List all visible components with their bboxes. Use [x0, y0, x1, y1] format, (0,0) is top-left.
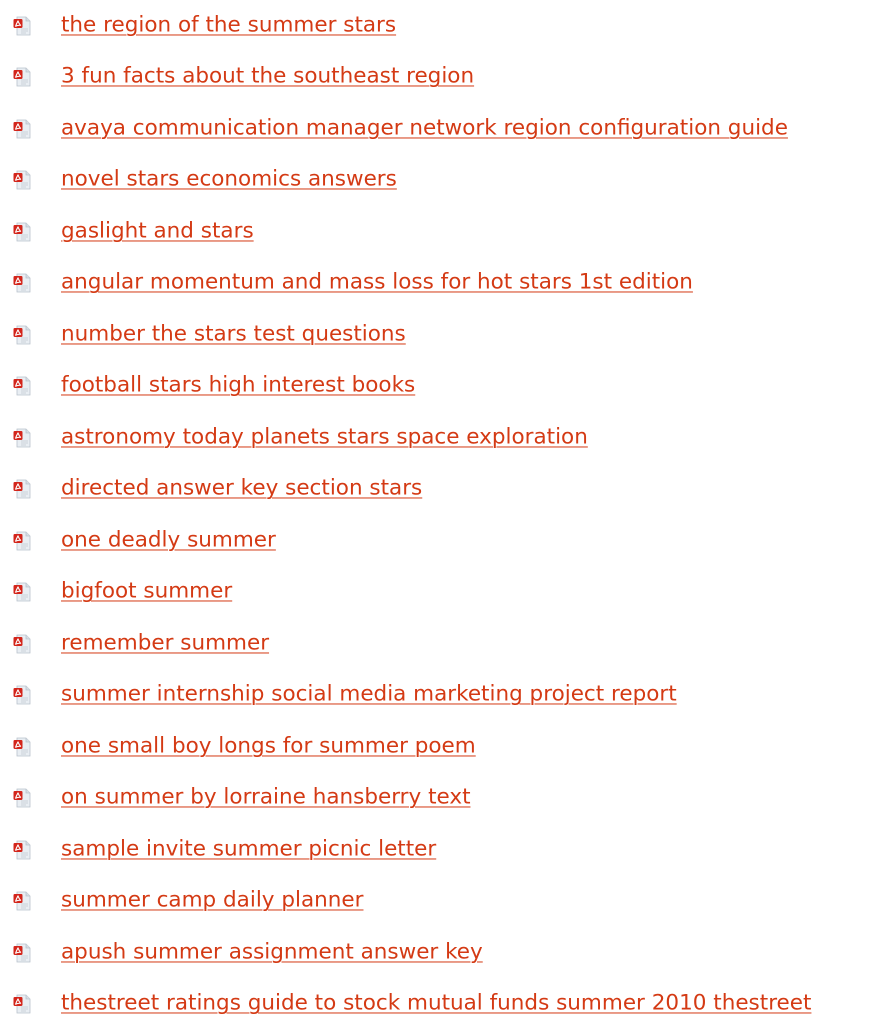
pdf-file-icon — [13, 531, 33, 551]
list-item: bigfoot summer — [0, 567, 881, 619]
pdf-document-link[interactable]: apush summer assignment answer key — [61, 939, 483, 965]
pdf-document-link[interactable]: angular momentum and mass loss for hot s… — [61, 270, 693, 296]
pdf-file-icon — [13, 582, 33, 602]
pdf-file-icon — [13, 16, 33, 36]
list-item: gaslight and stars — [0, 206, 881, 258]
list-item: avaya communication manager network regi… — [0, 103, 881, 155]
pdf-document-link[interactable]: the region of the summer stars — [61, 12, 396, 38]
pdf-document-link[interactable]: on summer by lorraine hansberry text — [61, 785, 471, 811]
list-item: football stars high interest books — [0, 361, 881, 413]
list-item: sample invite summer picnic letter — [0, 824, 881, 876]
pdf-document-link[interactable]: one small boy longs for summer poem — [61, 733, 476, 759]
pdf-document-link[interactable]: novel stars economics answers — [61, 167, 397, 193]
pdf-document-link[interactable]: thestreet ratings guide to stock mutual … — [61, 991, 811, 1017]
list-item: one deadly summer — [0, 515, 881, 567]
pdf-document-link[interactable]: directed answer key section stars — [61, 476, 422, 502]
pdf-document-link[interactable]: avaya communication manager network regi… — [61, 115, 788, 141]
pdf-file-icon — [13, 737, 33, 757]
pdf-link-list: the region of the summer stars 3 fun fac… — [0, 0, 881, 1030]
list-item: remember summer — [0, 618, 881, 670]
pdf-file-icon — [13, 170, 33, 190]
list-item: apush summer assignment answer key — [0, 927, 881, 979]
pdf-document-link[interactable]: summer internship social media marketing… — [61, 682, 677, 708]
pdf-file-icon — [13, 67, 33, 87]
list-item: summer internship social media marketing… — [0, 670, 881, 722]
list-item: one small boy longs for summer poem — [0, 721, 881, 773]
pdf-document-link[interactable]: football stars high interest books — [61, 373, 415, 399]
list-item: thestreet ratings guide to stock mutual … — [0, 979, 881, 1030]
pdf-file-icon — [13, 891, 33, 911]
pdf-document-link[interactable]: astronomy today planets stars space expl… — [61, 424, 588, 450]
pdf-file-icon — [13, 943, 33, 963]
pdf-document-link[interactable]: sample invite summer picnic letter — [61, 836, 436, 862]
pdf-file-icon — [13, 376, 33, 396]
list-item: angular momentum and mass loss for hot s… — [0, 258, 881, 310]
list-item: on summer by lorraine hansberry text — [0, 773, 881, 825]
list-item: number the stars test questions — [0, 309, 881, 361]
list-item: astronomy today planets stars space expl… — [0, 412, 881, 464]
pdf-file-icon — [13, 325, 33, 345]
pdf-file-icon — [13, 685, 33, 705]
pdf-document-link[interactable]: 3 fun facts about the southeast region — [61, 64, 474, 90]
pdf-document-link[interactable]: summer camp daily planner — [61, 888, 363, 914]
pdf-file-icon — [13, 119, 33, 139]
pdf-document-link[interactable]: bigfoot summer — [61, 579, 232, 605]
pdf-file-icon — [13, 428, 33, 448]
pdf-file-icon — [13, 634, 33, 654]
pdf-document-link[interactable]: remember summer — [61, 630, 269, 656]
pdf-file-icon — [13, 788, 33, 808]
pdf-file-icon — [13, 840, 33, 860]
list-item: summer camp daily planner — [0, 876, 881, 928]
pdf-file-icon — [13, 222, 33, 242]
pdf-file-icon — [13, 994, 33, 1014]
pdf-document-link[interactable]: one deadly summer — [61, 527, 276, 553]
list-item: directed answer key section stars — [0, 464, 881, 516]
pdf-document-link[interactable]: gaslight and stars — [61, 218, 254, 244]
pdf-file-icon — [13, 479, 33, 499]
pdf-file-icon — [13, 273, 33, 293]
list-item: 3 fun facts about the southeast region — [0, 52, 881, 104]
pdf-document-link[interactable]: number the stars test questions — [61, 321, 406, 347]
list-item: the region of the summer stars — [0, 0, 881, 52]
list-item: novel stars economics answers — [0, 155, 881, 207]
